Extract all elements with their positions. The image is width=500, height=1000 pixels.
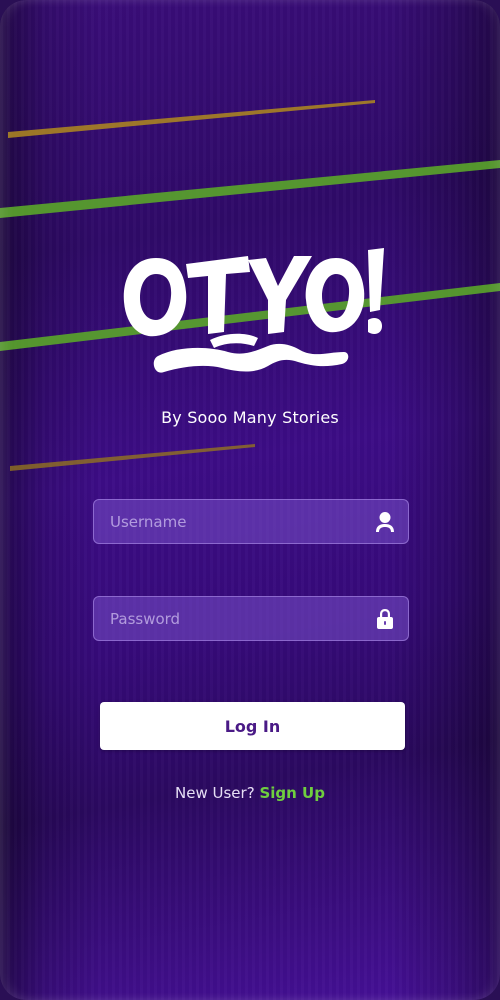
- user-icon: [362, 500, 408, 543]
- tagline: By Sooo Many Stories: [161, 408, 339, 427]
- username-input[interactable]: [94, 500, 362, 543]
- lock-icon: [362, 597, 408, 640]
- signup-prompt: New User?: [175, 784, 255, 802]
- signup-row: New User? Sign Up: [0, 784, 500, 802]
- otyo-logo: [123, 248, 384, 373]
- gold-stripe-lower: [10, 444, 255, 471]
- username-field[interactable]: [93, 499, 409, 544]
- password-field[interactable]: [93, 596, 409, 641]
- password-input[interactable]: [94, 597, 362, 640]
- gold-stripe-top: [8, 100, 375, 138]
- green-stripe-upper: [0, 160, 500, 218]
- signup-link[interactable]: Sign Up: [259, 784, 325, 802]
- login-button[interactable]: Log In: [100, 702, 405, 750]
- login-screen: By Sooo Many Stories Log In New User? Si…: [0, 0, 500, 1000]
